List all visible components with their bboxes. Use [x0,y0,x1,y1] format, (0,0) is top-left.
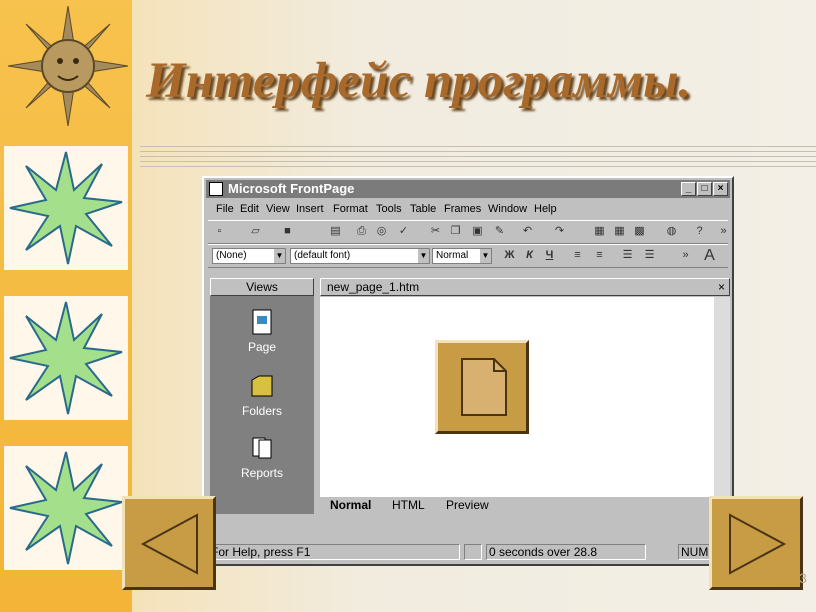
reports-icon [252,437,272,459]
star-decor-1 [4,146,128,270]
views-item-reports[interactable]: Reports [210,434,314,480]
slide-number: 3 [799,570,807,586]
paste-icon[interactable]: ▣ [470,224,485,239]
folder-icon [251,375,273,397]
menu-format[interactable]: Format [333,203,368,215]
cut-icon[interactable]: ✂ [428,224,443,239]
help-icon[interactable]: ? [692,224,707,239]
slide-title: Интерфейс программы. [146,53,692,109]
font-combo-value: (default font) [294,250,351,261]
print-icon[interactable]: ⎙ [354,224,369,239]
green-star-icon [9,151,123,265]
chevron-down-icon: ▼ [480,249,491,263]
views-item-label: Page [247,340,277,354]
vertical-scrollbar[interactable] [714,297,730,497]
menu-file[interactable]: File [216,203,234,215]
document-tab[interactable]: new_page_1.htm × [320,278,730,296]
close-icon[interactable]: × [718,279,725,295]
bullet-list-icon[interactable]: ☰ [642,248,657,263]
undo-icon[interactable]: ↶ [520,224,535,239]
document-title: new_page_1.htm [327,280,420,294]
size-combo[interactable]: Normal ▼ [432,248,492,264]
window-title: Microsoft FrontPage [228,181,355,196]
component-icon[interactable]: ▦ [592,224,607,239]
frontpage-app-icon [209,182,223,196]
preview-icon[interactable]: ◎ [374,224,389,239]
chevron-down-icon: ▼ [274,249,285,263]
new-page-icon[interactable]: ▫ [212,224,227,239]
format-painter-icon[interactable]: ✎ [492,224,507,239]
views-bar: Views Page Folders Reports [210,278,314,514]
forward-button[interactable] [709,496,803,590]
style-combo-value: (None) [216,250,247,261]
size-combo-value: Normal [436,250,469,261]
redo-icon[interactable]: ↷ [552,224,567,239]
maximize-button[interactable]: □ [697,182,712,196]
insert-picture-icon[interactable]: ▩ [632,224,647,239]
toolbar-more-icon[interactable]: » [716,224,731,239]
triangle-right-icon [729,513,787,575]
menu-bar: File Edit View Insert Format Tools Table… [208,201,728,219]
document-button[interactable] [435,340,529,434]
standard-toolbar: ▫ ▱ ■ ▤ ⎙ ◎ ✓ ✂ ❐ ▣ ✎ ↶ ↷ ▦ ▦ ▩ ◍ ? » [208,220,728,244]
align-left-icon[interactable]: ≡ [570,248,585,263]
status-mode-icon [464,544,482,560]
back-button[interactable] [122,496,216,590]
document-icon [461,358,507,416]
minimize-button[interactable]: _ [681,182,696,196]
close-button[interactable]: × [713,182,728,196]
view-mode-tabs: Normal HTML Preview [320,498,730,514]
tab-html[interactable]: HTML [392,498,425,512]
menu-edit[interactable]: Edit [240,203,259,215]
views-item-label: Reports [240,466,284,480]
sun-face-logo-icon [8,6,128,126]
underline-button[interactable]: Ч [542,248,557,263]
toolbar-more-icon[interactable]: » [678,248,693,263]
numbered-list-icon[interactable]: ☰ [620,248,635,263]
save-icon[interactable]: ■ [280,224,295,239]
status-timing: 0 seconds over 28.8 [486,544,646,560]
menu-view[interactable]: View [266,203,290,215]
font-combo[interactable]: (default font) ▼ [290,248,430,264]
staff-lines-decor [140,142,816,170]
menu-table[interactable]: Table [410,203,436,215]
menu-window[interactable]: Window [488,203,527,215]
copy-icon[interactable]: ❐ [448,224,463,239]
italic-button[interactable]: К [522,248,537,263]
align-center-icon[interactable]: ≡ [592,248,607,263]
status-help-text: For Help, press F1 [208,544,460,560]
views-item-label: Folders [241,404,282,418]
window-titlebar[interactable]: Microsoft FrontPage _ □ × [206,180,730,198]
menu-tools[interactable]: Tools [376,203,402,215]
views-header: Views [210,278,314,296]
insert-table-icon[interactable]: ▦ [612,224,627,239]
spelling-icon[interactable]: ✓ [396,224,411,239]
font-color-icon[interactable]: A [702,248,717,264]
tab-normal[interactable]: Normal [330,498,371,512]
star-decor-3 [4,446,128,570]
menu-insert[interactable]: Insert [296,203,324,215]
menu-help[interactable]: Help [534,203,557,215]
triangle-left-icon [140,513,198,575]
hyperlink-icon[interactable]: ◍ [664,224,679,239]
folder-list-icon[interactable]: ▤ [328,224,343,239]
style-combo[interactable]: (None) ▼ [212,248,286,264]
formatting-toolbar: (None) ▼ (default font) ▼ Normal ▼ Ж К Ч… [208,244,728,268]
bold-button[interactable]: Ж [502,248,517,263]
open-folder-icon[interactable]: ▱ [248,224,263,239]
views-item-page[interactable]: Page [210,308,314,354]
page-view-icon [252,309,272,335]
views-item-folders[interactable]: Folders [210,372,314,418]
tab-preview[interactable]: Preview [446,498,489,512]
star-decor-2 [4,296,128,420]
green-star-icon [9,451,123,565]
menu-frames[interactable]: Frames [444,203,481,215]
status-bar: For Help, press F1 0 seconds over 28.8 N… [208,542,730,562]
green-star-icon [9,301,123,415]
chevron-down-icon: ▼ [418,249,429,263]
